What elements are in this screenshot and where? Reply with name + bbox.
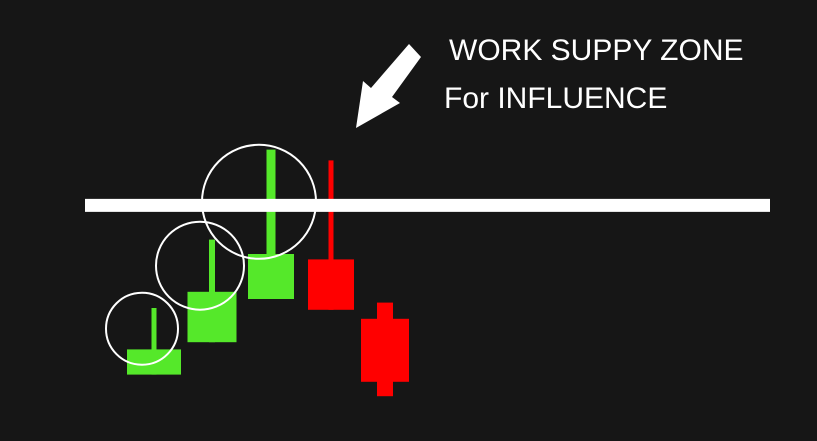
candle-4-body [308,259,354,310]
chart-stage: WORK SUPPY ZONE For INFLUENCE [0,0,817,441]
candle-3 [248,149,294,299]
candle-2 [187,239,237,343]
candle-3-body [248,254,294,299]
annotation-line-2: For INFLUENCE [444,82,668,115]
annotation-arrow [356,44,421,128]
candles-layer [127,149,409,397]
candle-5 [361,302,409,397]
annotation-line-1: WORK SUPPY ZONE [449,34,744,67]
candle-5-body [361,318,409,382]
candle-4 [308,160,354,310]
